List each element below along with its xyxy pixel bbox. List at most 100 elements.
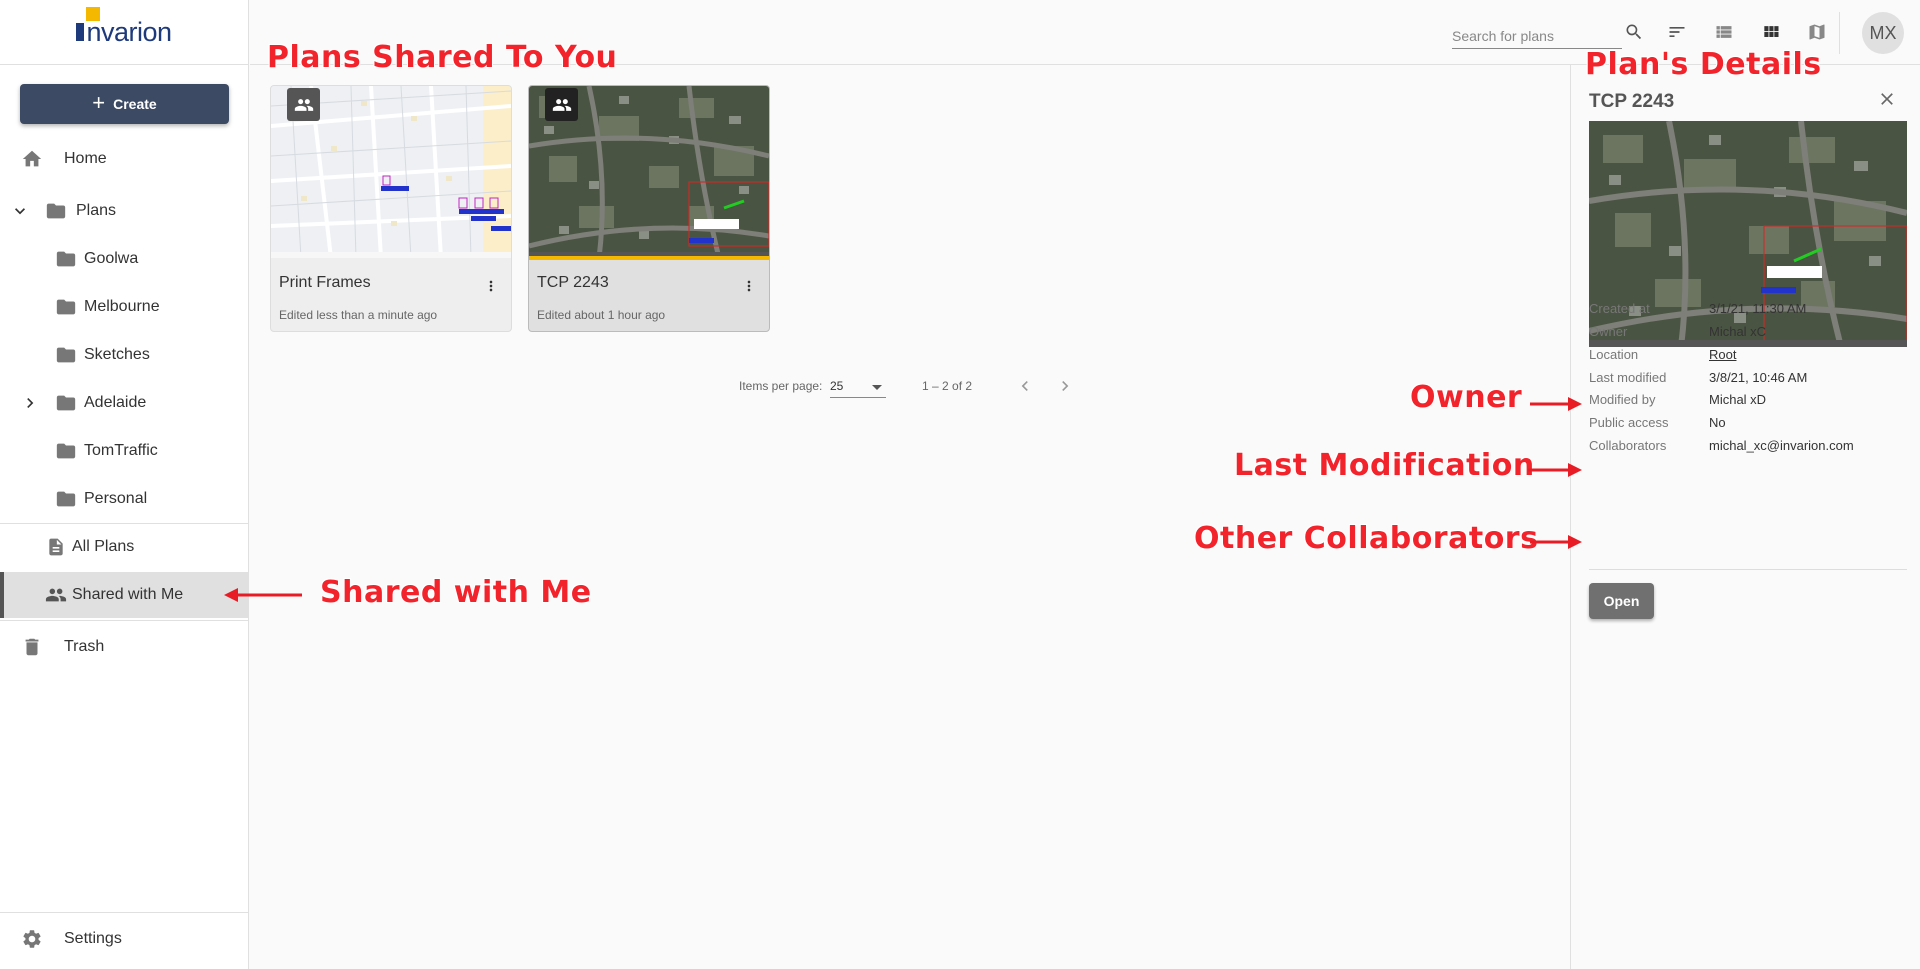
sidebar-item-melbourne[interactable]: Melbourne <box>0 284 249 330</box>
folder-icon <box>54 247 78 271</box>
grid-view-icon[interactable] <box>1759 20 1783 44</box>
items-per-page-select[interactable]: 25 <box>830 376 886 398</box>
sidebar-item-sketches[interactable]: Sketches <box>0 332 249 378</box>
detail-value: 3/8/21, 10:46 AM <box>1709 370 1808 385</box>
annotation-other-collaborators: Other Collaborators <box>1193 520 1539 557</box>
sidebar-item-goolwa[interactable]: Goolwa <box>0 236 249 282</box>
annotation-arrow-shared-with-me <box>224 588 302 602</box>
more-vert-icon[interactable] <box>481 274 501 298</box>
pager-range-label: 1 – 2 of 2 <box>922 379 973 393</box>
avatar[interactable]: MX <box>1862 12 1904 54</box>
details-divider <box>1589 569 1907 570</box>
annotation-owner: Owner <box>1409 379 1523 416</box>
details-title: TCP 2243 <box>1589 91 1675 112</box>
sidebar-item-label: TomTraffic <box>84 442 158 459</box>
sidebar-divider <box>0 912 249 913</box>
annotation-plan-details: Plan's Details <box>1584 46 1822 83</box>
annotation-plans-shared: Plans Shared To You <box>266 39 618 76</box>
open-button[interactable]: Open <box>1589 583 1654 619</box>
sidebar-item-plans[interactable]: Plans <box>0 188 249 234</box>
annotation-arrow-collaborators <box>1530 535 1582 549</box>
detail-key: Public access <box>1589 415 1669 430</box>
card-title: Print Frames <box>279 274 371 291</box>
detail-value: Michal xD <box>1709 392 1767 407</box>
details-panel: TCP 2243 Created at 3/1/21, 11:30 AM Own… <box>1570 65 1920 969</box>
previous-page-button[interactable] <box>1013 374 1037 398</box>
annotation-last-modification: Last Modification <box>1233 447 1535 484</box>
topbar-divider <box>1839 12 1840 54</box>
sidebar-item-label: Trash <box>64 638 105 655</box>
sidebar-item-label: Home <box>64 150 107 167</box>
close-icon[interactable] <box>1875 87 1899 111</box>
folder-icon <box>54 439 78 463</box>
detail-value: 3/1/21, 11:30 AM <box>1709 301 1807 316</box>
items-per-page-label: Items per page: <box>739 379 823 393</box>
folder-icon <box>54 343 78 367</box>
annotation-arrow-owner <box>1530 397 1582 411</box>
next-page-button[interactable] <box>1053 374 1077 398</box>
sidebar: nvarion + Create Home Plans Goolwa Melbo… <box>0 0 249 969</box>
trash-icon <box>20 635 44 659</box>
sidebar-item-home[interactable]: Home <box>0 136 249 182</box>
folder-icon <box>54 391 78 415</box>
detail-value: Michal xC <box>1709 324 1767 339</box>
dropdown-arrow-icon <box>872 385 882 390</box>
items-per-page-value: 25 <box>830 379 844 393</box>
detail-key: Last modified <box>1589 370 1667 385</box>
people-icon <box>44 583 68 607</box>
folder-icon <box>44 199 68 223</box>
document-icon <box>44 535 68 559</box>
shared-badge <box>545 88 578 121</box>
shared-badge <box>287 88 320 121</box>
annotation-shared-with-me: Shared with Me <box>319 574 592 611</box>
sidebar-item-adelaide[interactable]: Adelaide <box>0 380 249 426</box>
location-link[interactable]: Root <box>1709 347 1736 362</box>
detail-key: Owner <box>1589 324 1628 339</box>
map-view-icon[interactable] <box>1805 20 1829 44</box>
detail-value: No <box>1709 415 1726 430</box>
sidebar-item-label: Personal <box>84 490 148 507</box>
sidebar-item-trash[interactable]: Trash <box>0 624 249 670</box>
invarion-logo: nvarion <box>76 6 172 48</box>
plus-icon: + <box>92 90 106 115</box>
create-label: Create <box>113 96 157 112</box>
sidebar-item-label: Sketches <box>84 346 150 363</box>
create-button[interactable]: + Create <box>20 84 229 124</box>
chevron-right-icon[interactable] <box>18 391 42 415</box>
sidebar-item-label: Adelaide <box>84 394 147 411</box>
plan-card-print-frames[interactable]: Print Frames Edited less than a minute a… <box>270 85 512 332</box>
sidebar-item-label: Shared with Me <box>72 586 184 603</box>
sidebar-item-label: Goolwa <box>84 250 139 267</box>
logo-text: nvarion <box>86 16 172 47</box>
sidebar-item-personal[interactable]: Personal <box>0 476 249 522</box>
sidebar-item-label: All Plans <box>72 538 135 555</box>
sidebar-item-label: Melbourne <box>84 298 160 315</box>
card-subtitle: Edited less than a minute ago <box>279 308 438 322</box>
sidebar-item-label: Plans <box>76 202 117 219</box>
home-icon <box>20 147 44 171</box>
detail-key: Created at <box>1589 301 1650 316</box>
search-icon[interactable] <box>1622 20 1646 44</box>
chevron-down-icon[interactable] <box>8 199 32 223</box>
sidebar-item-label: Settings <box>64 930 122 947</box>
folder-icon <box>54 295 78 319</box>
more-vert-icon[interactable] <box>739 274 759 298</box>
plan-card-tcp-2243[interactable]: TCP 2243 Edited about 1 hour ago <box>528 85 770 332</box>
detail-key: Collaborators <box>1589 438 1667 453</box>
sidebar-item-tomtraffic[interactable]: TomTraffic <box>0 428 249 474</box>
app-logo[interactable]: nvarion <box>0 0 248 65</box>
sidebar-item-all-plans[interactable]: All Plans <box>0 524 249 570</box>
sort-icon[interactable] <box>1665 20 1689 44</box>
list-view-icon[interactable] <box>1712 20 1736 44</box>
search-input[interactable] <box>1452 24 1622 49</box>
sidebar-divider <box>0 620 249 621</box>
annotation-arrow-last-modification <box>1528 463 1582 477</box>
detail-key: Modified by <box>1589 392 1656 407</box>
card-subtitle: Edited about 1 hour ago <box>537 308 666 322</box>
detail-key: Location <box>1589 347 1639 362</box>
detail-value: michal_xc@invarion.com <box>1709 438 1854 453</box>
folder-icon <box>54 487 78 511</box>
sidebar-item-settings[interactable]: Settings <box>0 916 249 962</box>
sidebar-item-shared-with-me[interactable]: Shared with Me <box>0 572 249 618</box>
gear-icon <box>20 927 44 951</box>
